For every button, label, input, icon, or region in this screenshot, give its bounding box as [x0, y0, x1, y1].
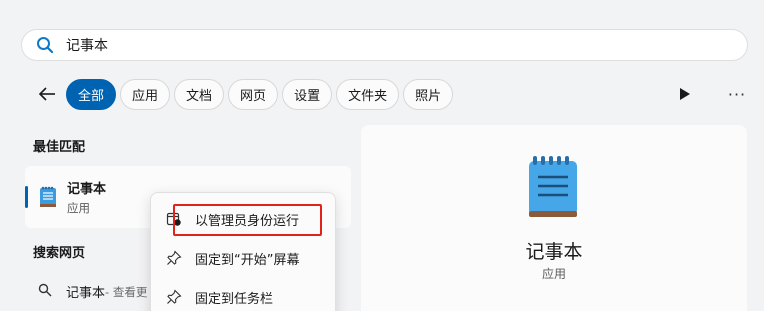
notepad-icon — [39, 186, 57, 212]
tab-photos[interactable]: 照片 — [403, 78, 454, 110]
tab-folders[interactable]: 文件夹 — [336, 78, 400, 110]
more-button[interactable]: ··· — [725, 82, 749, 106]
detail-pane: 记事本 应用 — [361, 125, 747, 311]
notepad-large-icon — [527, 155, 579, 225]
tab-web[interactable]: 网页 — [228, 78, 279, 110]
best-match-heading: 最佳匹配 — [33, 140, 86, 155]
search-input[interactable] — [66, 37, 666, 53]
menu-run-as-admin-label: 以管理员身份运行 — [195, 213, 300, 229]
menu-pin-to-start[interactable]: 固定到“开始”屏幕 — [151, 243, 335, 273]
web-search-item[interactable]: 记事本 - 查看更 — [38, 282, 158, 301]
filter-bar: 全部 应用 文档 网页 设置 文件夹 照片 ··· — [34, 78, 749, 110]
pin-icon — [165, 249, 183, 267]
search-box[interactable] — [21, 29, 748, 61]
back-arrow-icon — [38, 87, 55, 101]
best-match-type: 应用 — [67, 201, 90, 215]
selection-indicator — [25, 186, 28, 208]
menu-pin-to-taskbar[interactable]: 固定到任务栏 — [151, 282, 335, 311]
web-search-heading: 搜索网页 — [33, 246, 86, 261]
menu-pin-to-taskbar-label: 固定到任务栏 — [195, 291, 274, 307]
detail-subtitle: 应用 — [541, 267, 566, 281]
detail-title: 记事本 — [525, 241, 583, 263]
back-button[interactable] — [34, 81, 60, 107]
admin-shield-icon — [165, 210, 183, 228]
web-search-suffix: - 查看更 — [105, 284, 148, 299]
pin-icon — [165, 288, 183, 306]
best-match-name: 记事本 — [67, 182, 107, 197]
tab-all[interactable]: 全部 — [66, 78, 117, 110]
context-menu: 以管理员身份运行 固定到“开始”屏幕 固定到任务栏 — [150, 192, 336, 311]
menu-run-as-admin[interactable]: 以管理员身份运行 — [151, 204, 335, 234]
search-icon — [36, 36, 54, 54]
web-search-query: 记事本 — [66, 286, 106, 301]
tab-settings[interactable]: 设置 — [282, 78, 333, 110]
tab-documents[interactable]: 文档 — [174, 78, 225, 110]
search-icon — [38, 283, 52, 301]
tab-apps[interactable]: 应用 — [120, 78, 171, 110]
play-icon — [680, 88, 690, 100]
play-button[interactable] — [673, 82, 697, 106]
menu-pin-to-start-label: 固定到“开始”屏幕 — [195, 252, 300, 268]
